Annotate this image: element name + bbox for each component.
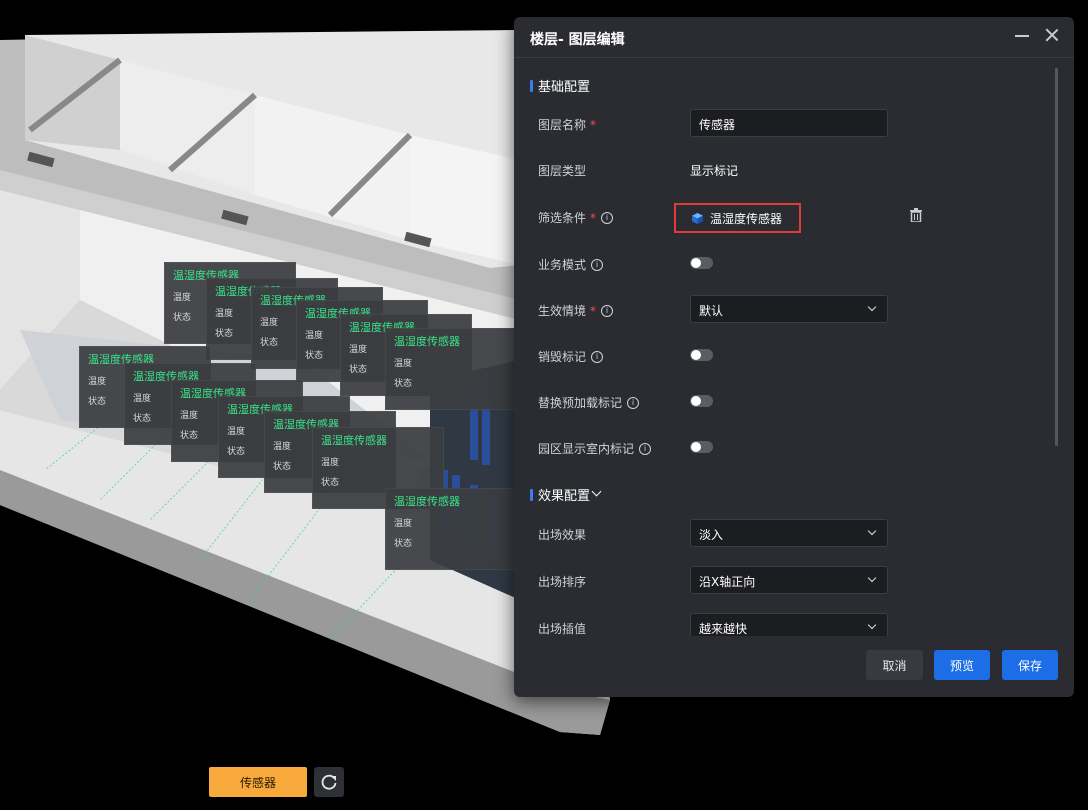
sensor-tag[interactable]: 温湿度传感器 温度状态 bbox=[385, 488, 517, 570]
info-icon[interactable]: i bbox=[591, 258, 604, 271]
info-icon[interactable]: i bbox=[639, 442, 652, 455]
chevron-down-icon bbox=[867, 302, 877, 312]
enter-order-value: 沿X轴正向 bbox=[699, 575, 756, 589]
enter-order-label-text: 出场排序 bbox=[538, 575, 587, 589]
filter-chip-label: 温湿度传感器 bbox=[710, 211, 783, 226]
sensor-tag[interactable]: 温湿度传感器 温度状态 bbox=[385, 328, 517, 410]
enter-interp-value: 越来越快 bbox=[699, 622, 748, 636]
basic-config-title: 基础配置 bbox=[538, 80, 591, 95]
business-mode-label: 业务模式 i bbox=[538, 256, 604, 273]
context-label-text: 生效情境 bbox=[538, 304, 587, 318]
minimize-icon[interactable] bbox=[1014, 27, 1030, 43]
info-icon[interactable]: i bbox=[627, 396, 640, 409]
chevron-down-icon bbox=[867, 526, 877, 536]
dialog-header: 楼层- 图层编辑 bbox=[514, 17, 1074, 58]
info-icon[interactable]: i bbox=[601, 211, 614, 224]
layer-name-input[interactable]: 传感器 bbox=[690, 109, 888, 137]
destroy-toggle[interactable] bbox=[690, 349, 713, 361]
enter-interp-label: 出场插值 bbox=[538, 620, 586, 636]
sensor-tag-title: 温湿度传感器 bbox=[394, 495, 460, 508]
business-mode-label-text: 业务模式 bbox=[538, 258, 587, 272]
sensor-tag-row2: 状态 bbox=[394, 379, 413, 389]
layer-type-label-text: 图层类型 bbox=[538, 164, 587, 178]
enter-order-label: 出场排序 bbox=[538, 573, 586, 590]
refresh-button[interactable] bbox=[314, 767, 344, 797]
enter-interp-select[interactable]: 越来越快 bbox=[690, 613, 888, 636]
indoor-label: 园区显示室内标记 i bbox=[538, 440, 652, 457]
layer-edit-dialog: 楼层- 图层编辑 基础配置 图层名称 * 传感器 图层类型 显示标记 筛选条件 * i… bbox=[514, 17, 1074, 697]
sensor-tag-title: 温湿度传感器 bbox=[321, 434, 387, 447]
filter-label-text: 筛选条件 bbox=[538, 211, 587, 225]
info-icon[interactable]: i bbox=[601, 304, 614, 317]
preview-button[interactable]: 预览 bbox=[934, 650, 990, 680]
filter-label: 筛选条件 * i bbox=[538, 209, 614, 226]
enter-effect-select[interactable]: 淡入 bbox=[690, 519, 888, 547]
preload-label: 替换预加载标记 i bbox=[538, 394, 640, 411]
required-mark: * bbox=[590, 117, 597, 132]
section-marker bbox=[530, 79, 533, 92]
enter-interp-label-text: 出场插值 bbox=[538, 622, 587, 636]
sensor-tag-row2: 状态 bbox=[394, 539, 413, 549]
dialog-body[interactable]: 基础配置 图层名称 * 传感器 图层类型 显示标记 筛选条件 * i 温湿度传感器 业… bbox=[514, 58, 1074, 636]
chevron-down-icon bbox=[867, 620, 877, 630]
chevron-down-icon bbox=[867, 573, 877, 583]
basic-config-heading: 基础配置 bbox=[530, 76, 590, 95]
save-button[interactable]: 保存 bbox=[1002, 650, 1058, 680]
close-icon[interactable] bbox=[1044, 27, 1060, 43]
sensor-tag-row1: 温度 bbox=[394, 519, 413, 529]
effect-config-title: 效果配置 bbox=[538, 489, 591, 504]
business-mode-toggle[interactable] bbox=[690, 257, 713, 269]
sensor-layer-button[interactable]: 传感器 bbox=[209, 767, 307, 797]
enter-order-select[interactable]: 沿X轴正向 bbox=[690, 566, 888, 594]
dialog-footer: 取消 预览 保存 bbox=[514, 650, 1074, 680]
sensor-tag-row2: 状态 bbox=[321, 478, 340, 488]
enter-effect-value: 淡入 bbox=[699, 528, 724, 542]
indoor-label-text: 园区显示室内标记 bbox=[538, 442, 635, 456]
layer-name-label: 图层名称 * bbox=[538, 116, 596, 133]
layer-type-value: 显示标记 bbox=[690, 164, 739, 178]
cube-icon bbox=[692, 212, 703, 224]
layer-type-label: 图层类型 bbox=[538, 162, 586, 179]
context-select-value: 默认 bbox=[699, 304, 724, 318]
required-mark: * bbox=[590, 303, 597, 318]
section-marker bbox=[530, 488, 533, 501]
indoor-toggle[interactable] bbox=[690, 441, 713, 453]
effect-config-heading[interactable]: 效果配置 bbox=[530, 485, 602, 504]
destroy-label: 销毁标记 i bbox=[538, 348, 604, 365]
chevron-down-icon bbox=[591, 486, 602, 497]
required-mark: * bbox=[590, 210, 597, 225]
sensor-tag-title: 温湿度传感器 bbox=[394, 335, 460, 348]
destroy-label-text: 销毁标记 bbox=[538, 350, 587, 364]
layer-name-label-text: 图层名称 bbox=[538, 118, 587, 132]
filter-chip[interactable]: 温湿度传感器 bbox=[674, 203, 801, 233]
enter-effect-label: 出场效果 bbox=[538, 526, 586, 543]
preload-label-text: 替换预加载标记 bbox=[538, 396, 623, 410]
context-select[interactable]: 默认 bbox=[690, 295, 888, 323]
enter-effect-label-text: 出场效果 bbox=[538, 528, 587, 542]
refresh-icon bbox=[321, 774, 337, 790]
trash-icon[interactable] bbox=[909, 208, 923, 222]
sensor-tag-row1: 温度 bbox=[394, 359, 413, 369]
scrollbar[interactable] bbox=[1055, 68, 1058, 446]
sensor-tag-row1: 温度 bbox=[321, 458, 340, 468]
cancel-button[interactable]: 取消 bbox=[866, 650, 923, 680]
info-icon[interactable]: i bbox=[591, 350, 604, 363]
preload-toggle[interactable] bbox=[690, 395, 713, 407]
dialog-title: 楼层- 图层编辑 bbox=[530, 32, 625, 48]
context-label: 生效情境 * i bbox=[538, 302, 614, 319]
